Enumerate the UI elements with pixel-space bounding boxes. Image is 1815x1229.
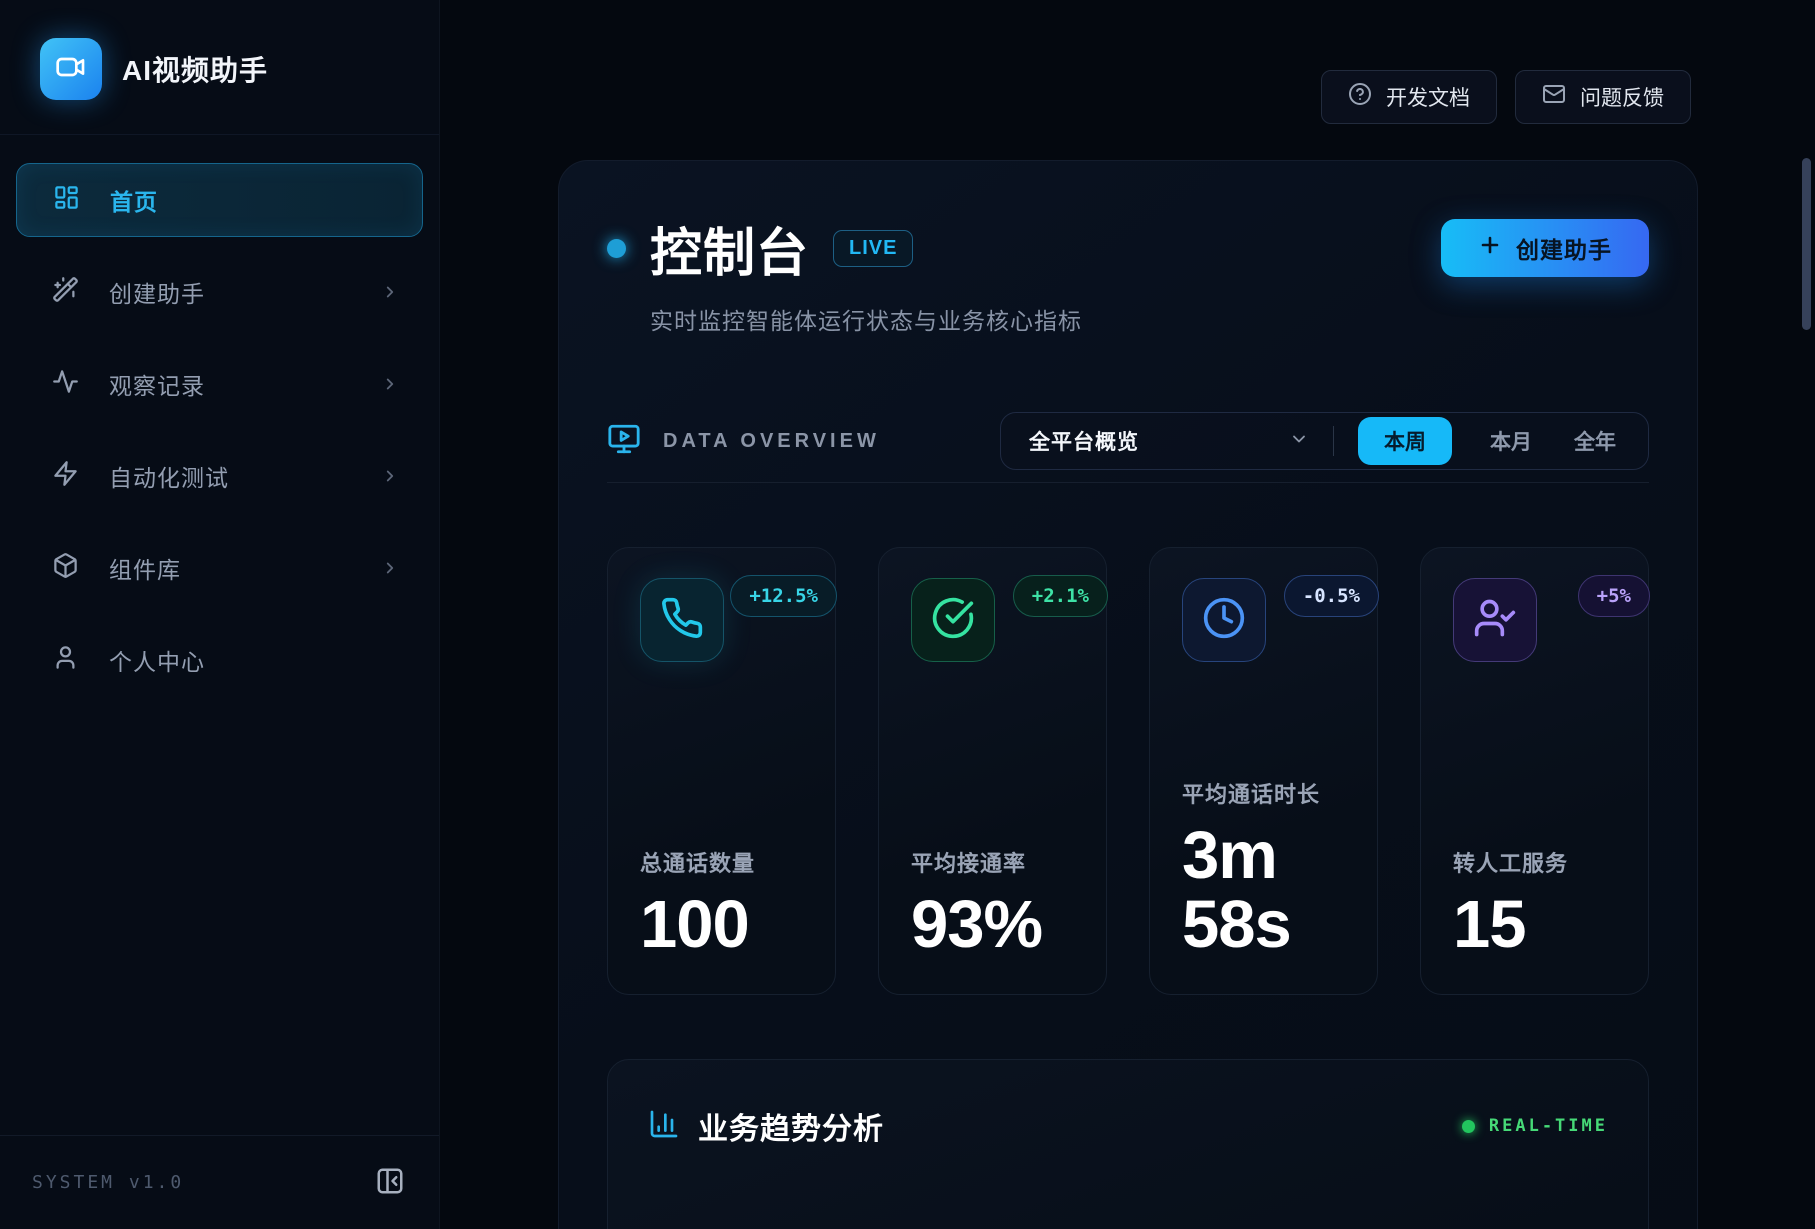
stat-label: 平均通话时长 [1182, 777, 1345, 809]
sidebar-header: AI视频助手 [0, 0, 439, 135]
bar-chart-icon [648, 1108, 680, 1145]
feedback-label: 问题反馈 [1580, 82, 1664, 112]
tab-this-year[interactable]: 全年 [1570, 417, 1620, 465]
green-status-dot [1462, 1120, 1475, 1133]
clock-icon [1202, 596, 1246, 645]
user-icon [52, 644, 79, 676]
live-badge: LIVE [833, 230, 913, 267]
chevron-right-icon [381, 467, 399, 485]
delta-badge: -0.5% [1284, 575, 1379, 617]
stat-card-total-calls: +12.5% 总通话数量 100 [607, 547, 836, 995]
page-title: 控制台 [650, 211, 809, 286]
chevron-right-icon [381, 559, 399, 577]
sidebar: AI视频助手 首页 创建助手 [0, 0, 440, 1229]
scrollbar-thumb[interactable] [1802, 158, 1811, 330]
box-icon [52, 552, 79, 584]
stats-grid: +12.5% 总通话数量 100 +2.1% 平均接通率 93% [607, 547, 1649, 995]
console-panel: 控制台 LIVE 实时监控智能体运行状态与业务核心指标 创建助手 [558, 160, 1698, 1229]
page-subtitle: 实时监控智能体运行状态与业务核心指标 [650, 302, 1082, 336]
stat-label: 转人工服务 [1453, 846, 1616, 878]
stat-icon-tile [1453, 578, 1537, 662]
delta-badge: +5% [1578, 575, 1650, 617]
console-header: 控制台 LIVE 实时监控智能体运行状态与业务核心指标 创建助手 [607, 211, 1649, 336]
sidebar-item-observe-records[interactable]: 观察记录 [16, 347, 423, 421]
data-overview-row: DATA OVERVIEW 全平台概览 本周 本月 全年 [607, 412, 1649, 483]
app-title: AI视频助手 [122, 49, 268, 89]
app-logo [40, 38, 102, 100]
sidebar-item-label: 组件库 [109, 551, 181, 585]
range-tabs: 本周 本月 全年 [1334, 417, 1648, 465]
sidebar-item-label: 自动化测试 [109, 459, 229, 493]
delta-badge: +12.5% [730, 575, 837, 617]
sidebar-item-label: 观察记录 [109, 367, 205, 401]
realtime-status: REAL-TIME [1462, 1116, 1608, 1136]
delta-badge: +2.1% [1013, 575, 1108, 617]
video-camera-icon [55, 51, 87, 88]
monitor-play-icon [607, 422, 641, 461]
feedback-button[interactable]: 问题反馈 [1515, 70, 1691, 124]
sidebar-footer: SYSTEM v1.0 [0, 1135, 439, 1229]
stat-icon-tile [640, 578, 724, 662]
zap-icon [52, 460, 79, 492]
stat-card-answer-rate: +2.1% 平均接通率 93% [878, 547, 1107, 995]
stat-value: 93% [911, 890, 1074, 960]
plus-icon [1478, 233, 1502, 263]
sidebar-item-automation-test[interactable]: 自动化测试 [16, 439, 423, 513]
create-assistant-label: 创建助手 [1516, 231, 1612, 265]
sidebar-item-personal-center[interactable]: 个人中心 [16, 623, 423, 697]
create-assistant-button[interactable]: 创建助手 [1441, 219, 1649, 277]
sidebar-nav: 首页 创建助手 [0, 135, 439, 697]
sidebar-item-label: 个人中心 [109, 643, 205, 677]
chevron-right-icon [381, 375, 399, 393]
stat-value: 100 [640, 890, 803, 960]
system-version: SYSTEM v1.0 [32, 1172, 184, 1193]
main-content: 开发文档 问题反馈 控制台 LIVE 实时 [440, 0, 1815, 1229]
phone-icon [660, 596, 704, 645]
stat-icon-tile [1182, 578, 1266, 662]
trends-title: 业务趋势分析 [698, 1104, 884, 1148]
dev-docs-button[interactable]: 开发文档 [1321, 70, 1497, 124]
stat-label: 平均接通率 [911, 846, 1074, 878]
tab-this-week[interactable]: 本周 [1358, 417, 1452, 465]
platform-dropdown-value: 全平台概览 [1029, 426, 1139, 456]
stat-icon-tile [911, 578, 995, 662]
topbar: 开发文档 问题反馈 [440, 0, 1815, 124]
stat-value: 3m 58s [1182, 821, 1345, 960]
panel-collapse-icon [375, 1166, 405, 1199]
data-overview-label: DATA OVERVIEW [663, 430, 880, 453]
overview-filter-box: 全平台概览 本周 本月 全年 [1000, 412, 1649, 470]
chevron-right-icon [381, 283, 399, 301]
sidebar-item-home[interactable]: 首页 [16, 163, 423, 237]
sidebar-item-component-library[interactable]: 组件库 [16, 531, 423, 605]
status-dot [607, 239, 626, 258]
realtime-label: REAL-TIME [1489, 1116, 1608, 1136]
check-circle-icon [931, 596, 975, 645]
business-trends-card: 业务趋势分析 REAL-TIME [607, 1059, 1649, 1229]
mail-icon [1542, 82, 1566, 112]
tab-this-month[interactable]: 本月 [1486, 417, 1536, 465]
stat-label: 总通话数量 [640, 846, 803, 878]
dev-docs-label: 开发文档 [1386, 82, 1470, 112]
user-check-icon [1473, 596, 1517, 645]
collapse-sidebar-button[interactable] [373, 1166, 407, 1200]
platform-dropdown[interactable]: 全平台概览 [1001, 426, 1333, 456]
sidebar-item-label: 首页 [110, 183, 158, 217]
activity-icon [52, 368, 79, 400]
app-window: AI视频助手 首页 创建助手 [0, 0, 1815, 1229]
stat-card-avg-duration: -0.5% 平均通话时长 3m 58s [1149, 547, 1378, 995]
chevron-down-icon [1289, 429, 1309, 454]
sidebar-item-label: 创建助手 [109, 275, 205, 309]
dashboard-icon [53, 184, 80, 216]
sidebar-item-create-assistant[interactable]: 创建助手 [16, 255, 423, 329]
stat-card-human-transfer: +5% 转人工服务 15 [1420, 547, 1649, 995]
help-circle-icon [1348, 82, 1372, 112]
wand-icon [52, 276, 79, 308]
stat-value: 15 [1453, 890, 1616, 960]
